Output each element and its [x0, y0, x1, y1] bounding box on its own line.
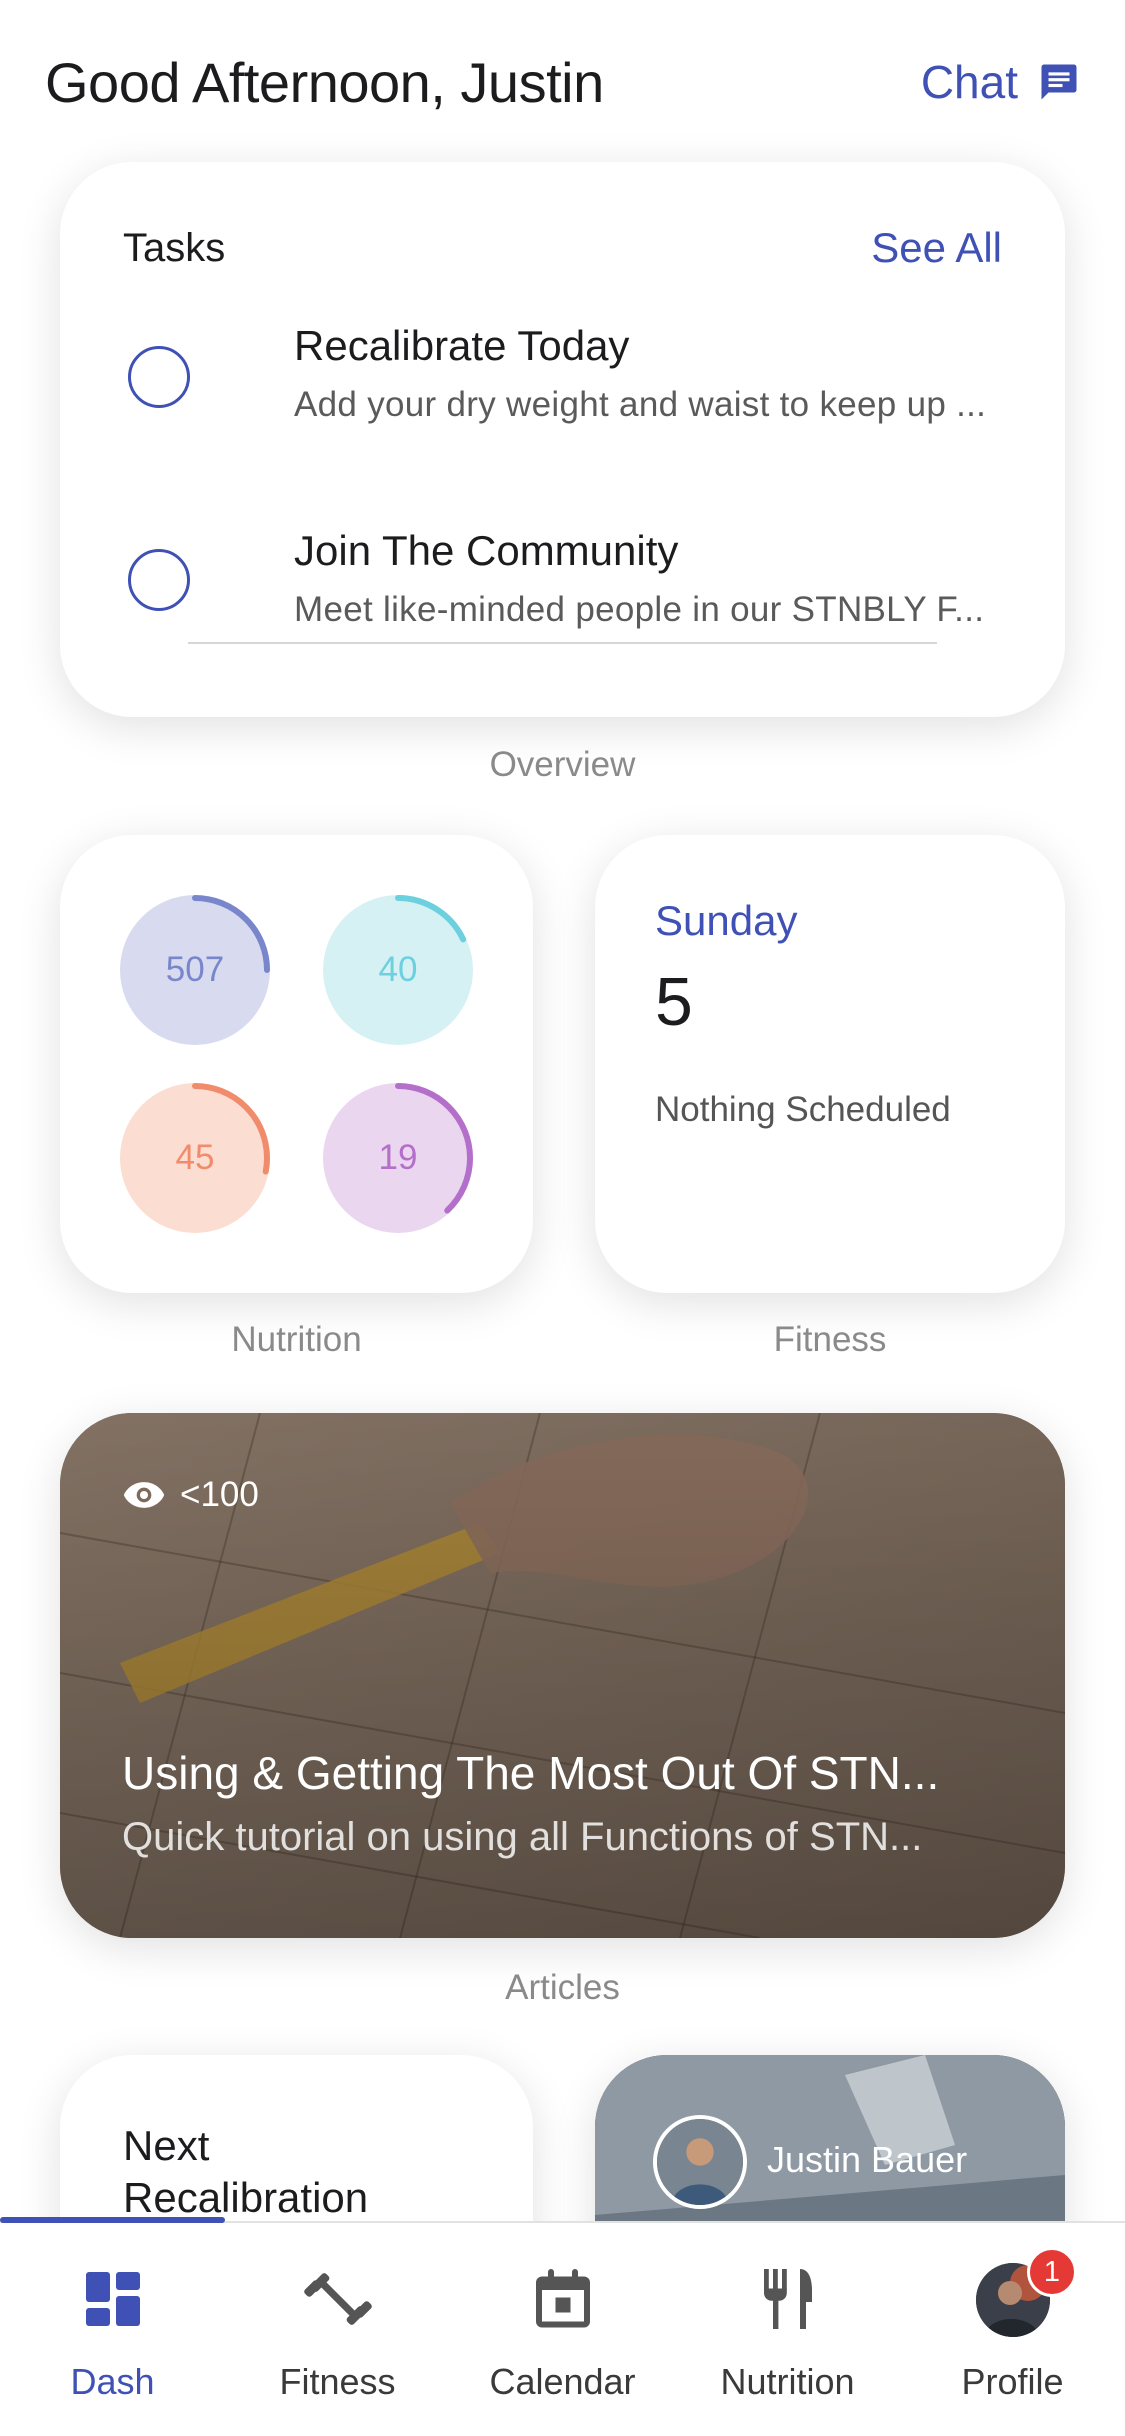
- ring-value: 19: [378, 1138, 418, 1177]
- nutrition-card[interactable]: 507 40 45 19: [60, 835, 533, 1293]
- article-subtitle: Quick tutorial on using all Functions of…: [122, 1815, 923, 1859]
- fitness-status: Nothing Scheduled: [655, 1090, 951, 1129]
- carbs-ring: 45: [120, 1083, 270, 1233]
- section-label-overview: Overview: [489, 745, 636, 784]
- tab-fitness[interactable]: Fitness: [225, 2223, 450, 2436]
- calories-ring: 507: [120, 895, 270, 1045]
- fork-knife-icon: [752, 2263, 824, 2335]
- ring-value: 45: [175, 1138, 215, 1177]
- task-title: Recalibrate Today: [294, 322, 630, 369]
- task-item-recalibrate[interactable]: Recalibrate Today Add your dry weight an…: [128, 322, 987, 442]
- chat-button[interactable]: Chat: [921, 55, 1080, 109]
- fat-ring: 19: [323, 1083, 473, 1233]
- fitness-day: Sunday: [655, 897, 798, 944]
- section-label-fitness: Fitness: [773, 1320, 887, 1359]
- fitness-date: 5: [655, 964, 693, 1040]
- dashboard-icon: [77, 2263, 149, 2335]
- task-title: Join The Community: [294, 527, 679, 574]
- greeting: Good Afternoon, Justin: [45, 50, 604, 114]
- dumbbell-icon: [302, 2263, 374, 2335]
- tab-calendar[interactable]: Calendar: [450, 2223, 675, 2436]
- task-subtitle: Add your dry weight and waist to keep up…: [294, 385, 987, 424]
- ring-value: 507: [165, 950, 225, 989]
- tab-nutrition[interactable]: Nutrition: [675, 2223, 900, 2436]
- eye-icon: [123, 1482, 165, 1508]
- section-label-articles: Articles: [505, 1968, 620, 2007]
- recalibration-title: Next Recalibration: [123, 2122, 369, 2221]
- tab-label: Dash: [70, 2361, 155, 2402]
- protein-ring: 40: [323, 895, 473, 1045]
- notification-badge: 1: [1027, 2247, 1077, 2297]
- calendar-icon: [527, 2263, 599, 2335]
- see-all-link[interactable]: See All: [871, 224, 1002, 272]
- task-subtitle: Meet like-minded people in our STNBLY F.…: [294, 590, 985, 629]
- tab-label: Calendar: [489, 2361, 636, 2402]
- tasks-card: Tasks See All Recalibrate Today Add your…: [60, 162, 1065, 717]
- tab-label: Fitness: [279, 2361, 396, 2402]
- chat-icon: [1038, 61, 1080, 103]
- task-checkbox[interactable]: [128, 549, 190, 611]
- header: Good Afternoon, Justin Chat: [45, 40, 1080, 124]
- task-item-community[interactable]: Join The Community Meet like-minded peop…: [128, 527, 985, 647]
- tab-profile[interactable]: 1 Profile: [900, 2223, 1125, 2436]
- article-card[interactable]: <100 Using & Getting The Most Out Of STN…: [60, 1413, 1065, 1938]
- tasks-title: Tasks: [123, 225, 226, 270]
- section-label-nutrition: Nutrition: [231, 1320, 362, 1359]
- tab-label: Profile: [961, 2361, 1064, 2402]
- chat-label: Chat: [920, 56, 1018, 108]
- profile-name: Justin Bauer: [767, 2139, 968, 2180]
- article-views: <100: [122, 1475, 259, 1515]
- ring-value: 40: [378, 950, 418, 989]
- tab-dash[interactable]: Dash: [0, 2223, 225, 2436]
- fitness-card[interactable]: Sunday 5 Nothing Scheduled: [595, 835, 1065, 1293]
- task-checkbox[interactable]: [128, 346, 190, 408]
- tab-label: Nutrition: [720, 2361, 855, 2402]
- avatar: [653, 2115, 747, 2209]
- tasks-header: Tasks See All: [123, 224, 1002, 272]
- tab-bar: Dash Fitness Calendar Nutrition 1 Profil…: [0, 2217, 1125, 2436]
- views-count: <100: [180, 1475, 259, 1514]
- article-title: Using & Getting The Most Out Of STN...: [122, 1747, 940, 1799]
